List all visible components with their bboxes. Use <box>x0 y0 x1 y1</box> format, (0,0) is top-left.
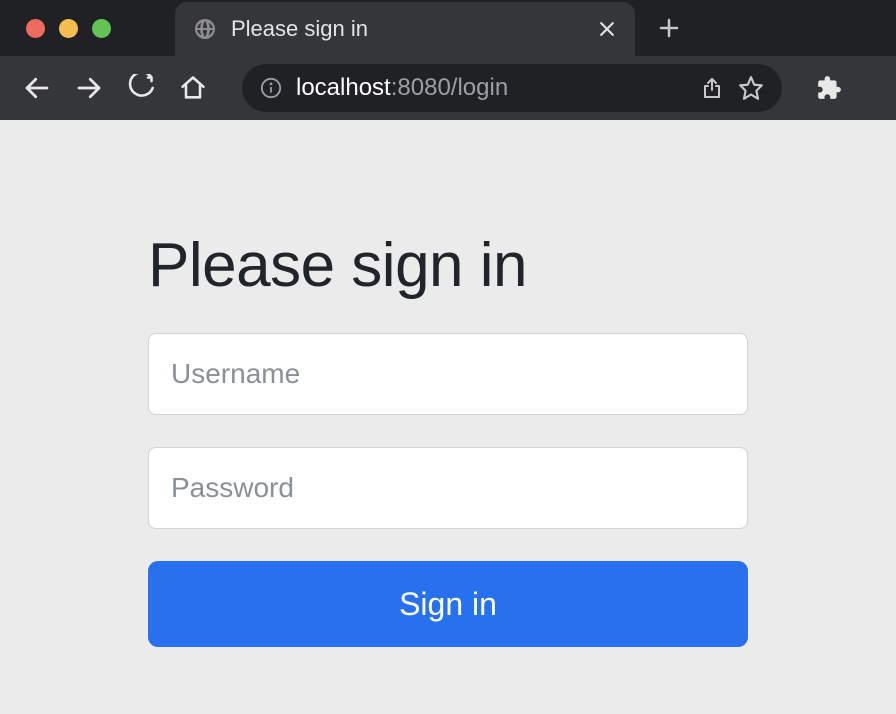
share-button[interactable] <box>700 76 724 100</box>
window-maximize-button[interactable] <box>92 19 111 38</box>
forward-button[interactable] <box>72 71 106 105</box>
login-form: Please sign in Sign in <box>148 230 748 647</box>
globe-icon <box>193 17 217 41</box>
tab-title: Please sign in <box>231 16 583 42</box>
login-heading: Please sign in <box>148 230 748 301</box>
username-input[interactable] <box>148 333 748 415</box>
window-controls <box>0 19 111 38</box>
password-input[interactable] <box>148 447 748 529</box>
home-button[interactable] <box>176 71 210 105</box>
sign-in-button[interactable]: Sign in <box>148 561 748 647</box>
browser-titlebar: Please sign in <box>0 0 896 56</box>
url-host: localhost <box>296 74 391 101</box>
new-tab-button[interactable] <box>657 16 681 40</box>
url-text: localhost:8080/login <box>296 74 686 102</box>
browser-tab[interactable]: Please sign in <box>175 2 635 56</box>
back-button[interactable] <box>20 71 54 105</box>
bookmark-button[interactable] <box>738 75 764 101</box>
site-info-icon[interactable] <box>260 77 282 99</box>
page-content: Please sign in Sign in <box>0 120 896 647</box>
window-minimize-button[interactable] <box>59 19 78 38</box>
address-bar[interactable]: localhost:8080/login <box>242 64 782 112</box>
browser-toolbar: localhost:8080/login <box>0 56 896 120</box>
extensions-button[interactable] <box>812 71 846 105</box>
tab-close-button[interactable] <box>597 19 617 39</box>
window-close-button[interactable] <box>26 19 45 38</box>
reload-button[interactable] <box>124 71 158 105</box>
url-path: :8080/login <box>391 74 508 101</box>
